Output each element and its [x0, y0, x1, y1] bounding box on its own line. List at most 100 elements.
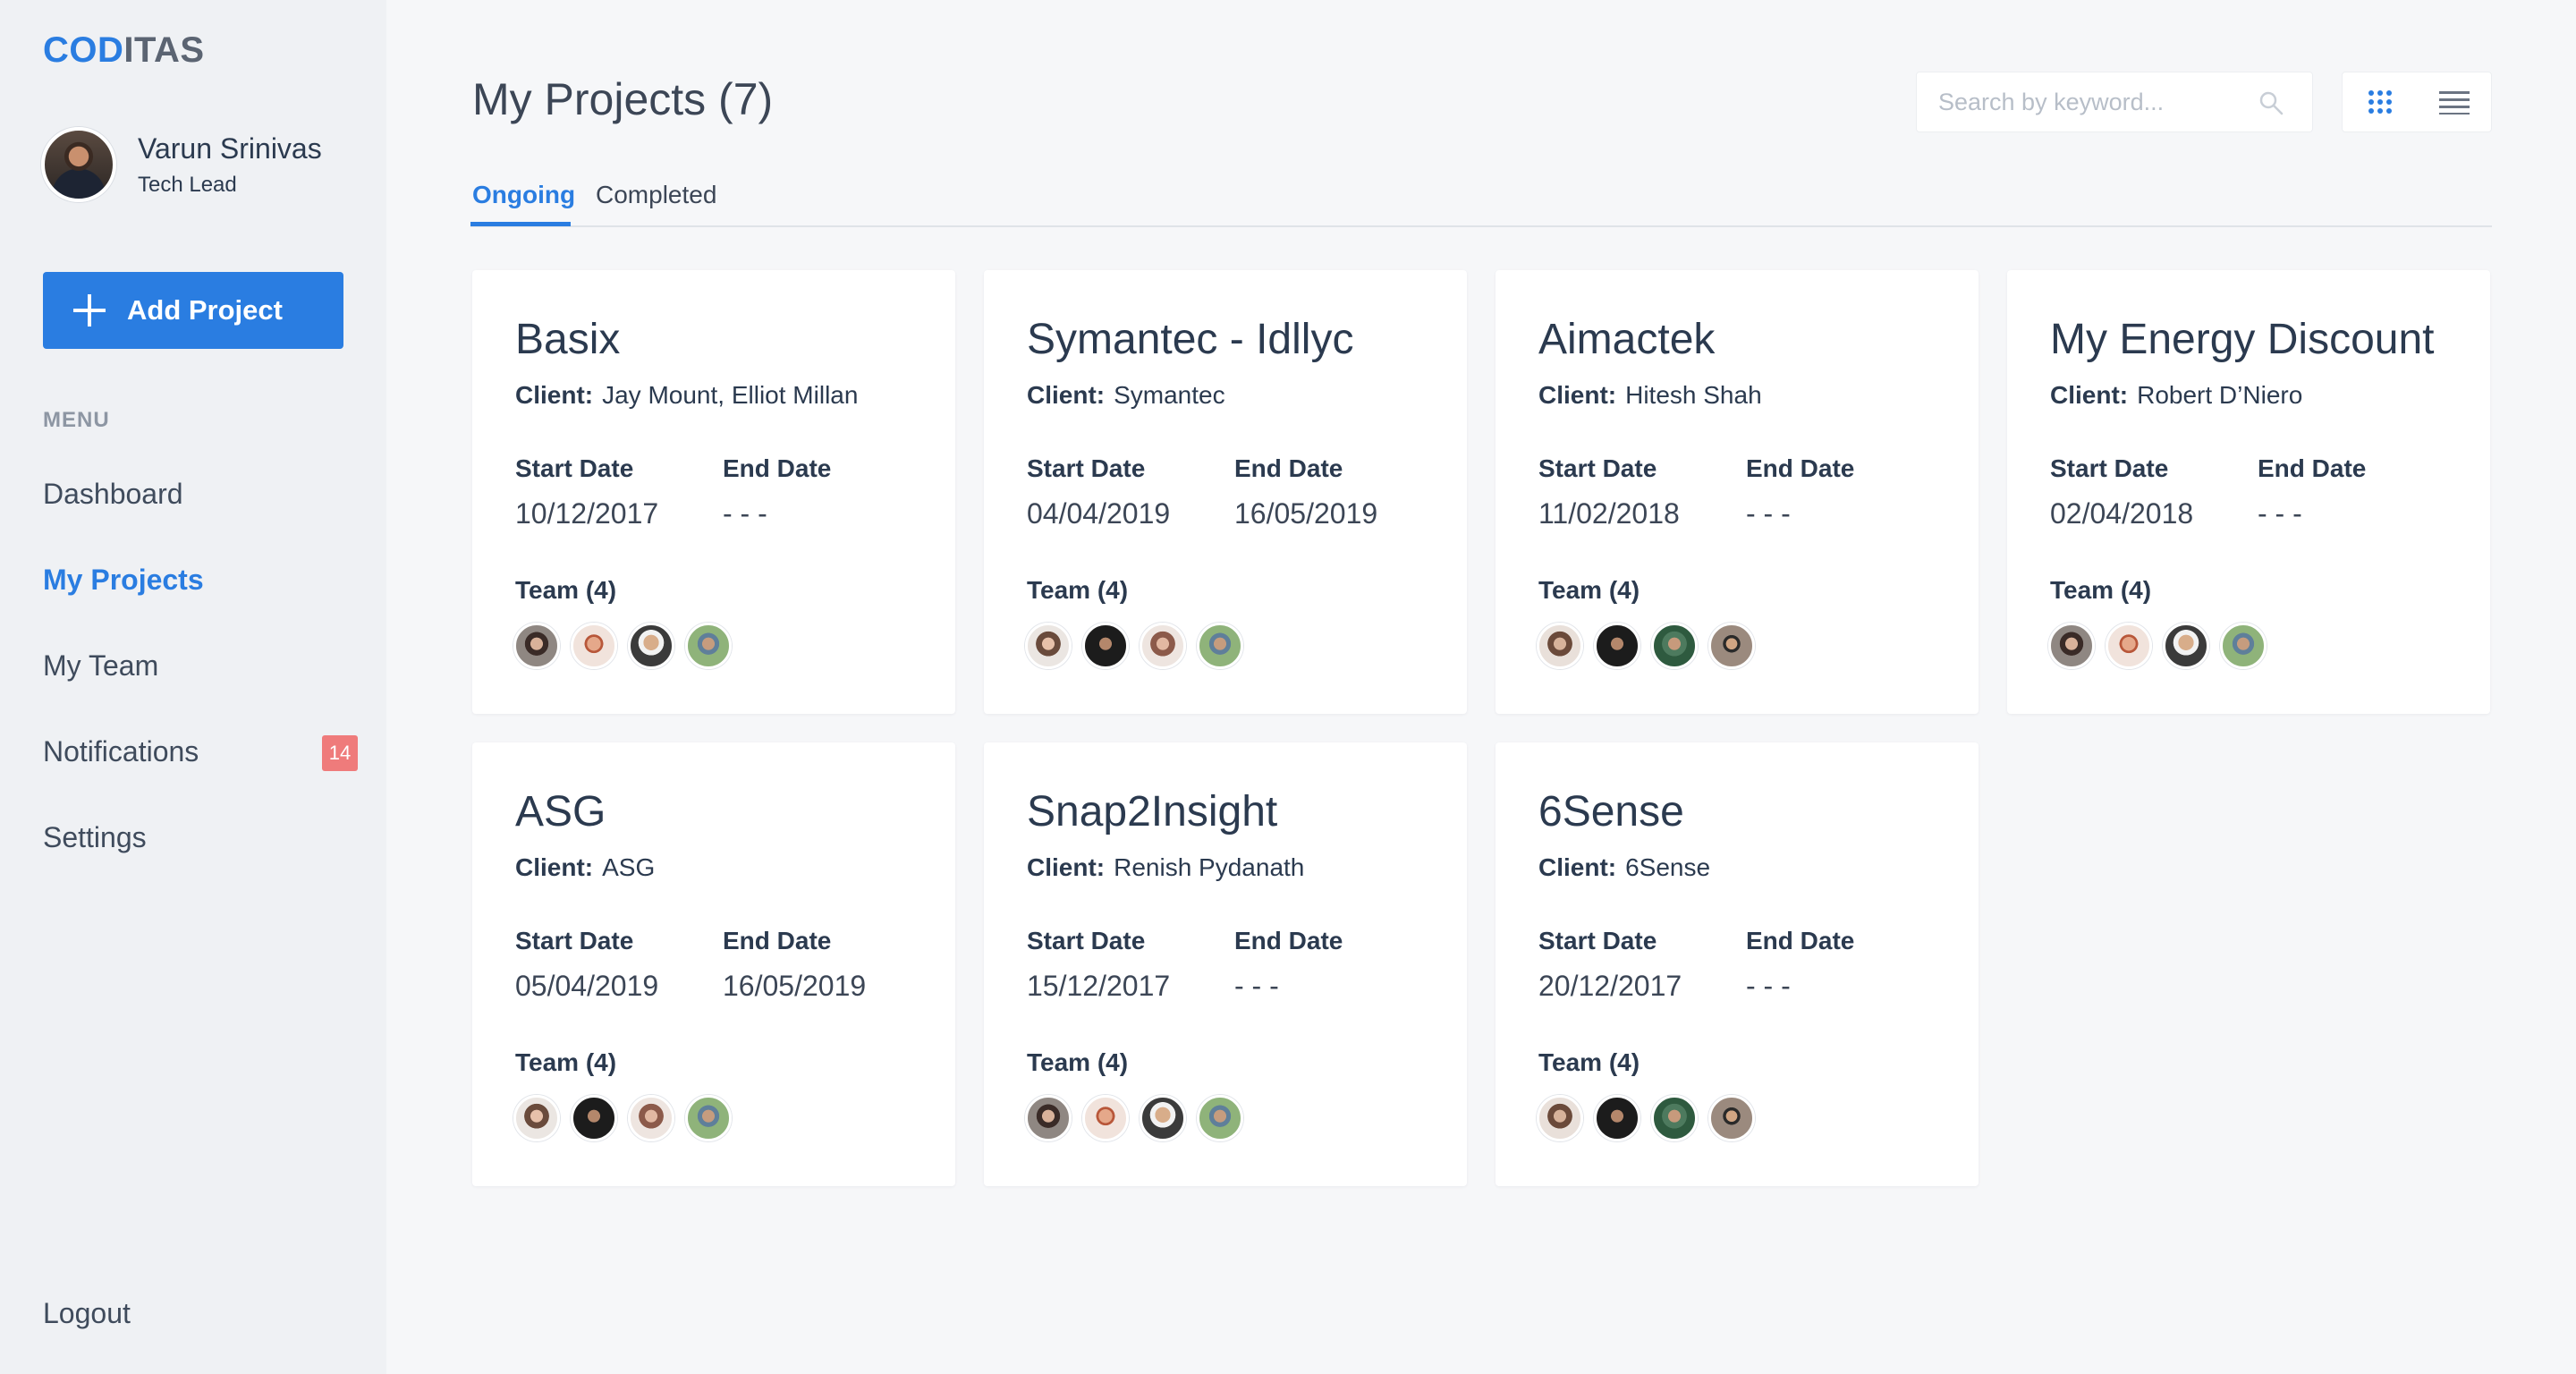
end-date-value: - - - [1746, 497, 1791, 530]
user-profile[interactable]: Varun Srinivas Tech Lead [41, 127, 322, 202]
search-box [1916, 72, 2313, 132]
avatar[interactable] [1082, 623, 1129, 669]
tab-ongoing[interactable]: Ongoing [472, 181, 575, 209]
start-date-value: 15/12/2017 [1027, 970, 1171, 1002]
project-title: My Energy Discount [2050, 316, 2435, 363]
add-project-button[interactable]: Add Project [43, 272, 343, 349]
project-title: 6Sense [1538, 788, 1684, 835]
start-date-value: 11/02/2018 [1538, 497, 1680, 530]
start-date-value: 04/04/2019 [1027, 497, 1171, 530]
avatar[interactable] [1708, 623, 1755, 669]
avatar[interactable] [2048, 623, 2095, 669]
start-date-label: Start Date [1027, 454, 1146, 482]
project-client: Client: Hitesh Shah [1538, 381, 1762, 409]
sidebar-item-dashboard[interactable]: Dashboard [43, 478, 183, 511]
team-label: Team (4) [2050, 576, 2152, 604]
avatar[interactable] [1025, 1095, 1072, 1141]
start-date-value: 02/04/2018 [2050, 497, 2194, 530]
end-date-value: 16/05/2019 [723, 970, 867, 1002]
end-date-value: - - - [723, 497, 767, 530]
avatar[interactable] [628, 1095, 674, 1141]
avatar[interactable] [1140, 1095, 1186, 1141]
grid-view-button[interactable] [2343, 72, 2417, 131]
avatar[interactable] [571, 1095, 617, 1141]
end-date-label: End Date [1746, 454, 1855, 482]
project-card[interactable]: ASG Client: ASG Start Date End Date 05/04… [472, 742, 955, 1186]
avatar[interactable] [2163, 623, 2209, 669]
grid-icon [2368, 90, 2392, 114]
start-date-label: Start Date [2050, 454, 2169, 482]
team-label: Team (4) [1027, 1048, 1129, 1076]
avatar[interactable] [2106, 623, 2152, 669]
project-title: Aimactek [1538, 316, 1716, 363]
view-toggle [2342, 72, 2492, 132]
end-date-label: End Date [723, 927, 832, 954]
avatar[interactable] [571, 623, 617, 669]
tab-completed[interactable]: Completed [596, 181, 716, 209]
sidebar-item-my-team[interactable]: My Team [43, 649, 158, 683]
team-avatars [2048, 623, 2277, 669]
team-label: Team (4) [1538, 1048, 1640, 1076]
start-date-label: Start Date [515, 927, 634, 954]
end-date-label: End Date [1746, 927, 1855, 954]
team-avatars [1537, 1095, 1766, 1141]
avatar[interactable] [513, 1095, 560, 1141]
team-label: Team (4) [515, 576, 617, 604]
avatar[interactable] [1082, 1095, 1129, 1141]
project-client: Client: Jay Mount, Elliot Millan [515, 381, 859, 409]
sidebar-item-notifications[interactable]: Notifications [43, 735, 199, 768]
avatar[interactable] [1651, 623, 1698, 669]
start-date-label: Start Date [1538, 454, 1657, 482]
project-client: Client: Renish Pydanath [1027, 853, 1305, 881]
avatar[interactable] [1594, 1095, 1640, 1141]
project-card[interactable]: Basix Client: Jay Mount, Elliot Millan St… [472, 270, 955, 714]
avatar[interactable] [1197, 1095, 1243, 1141]
page-title: My Projects (7) [472, 74, 774, 124]
avatar[interactable] [1594, 623, 1640, 669]
notifications-count-badge: 14 [322, 735, 358, 771]
avatar[interactable] [628, 623, 674, 669]
coditas-logo[interactable]: CODITAS [43, 30, 205, 71]
sidebar-item-my-projects[interactable]: My Projects [43, 564, 204, 597]
search-icon[interactable] [2258, 90, 2284, 115]
avatar[interactable] [685, 623, 732, 669]
project-card[interactable]: My Energy Discount Client: Robert D’Niero… [2007, 270, 2490, 714]
start-date-label: Start Date [1027, 927, 1146, 954]
logout-link[interactable]: Logout [43, 1297, 131, 1330]
end-date-value: - - - [1746, 970, 1791, 1002]
project-card[interactable]: Symantec - Idllyc Client: Symantec Start … [984, 270, 1467, 714]
start-date-label: Start Date [1538, 927, 1657, 954]
avatar[interactable] [685, 1095, 732, 1141]
avatar[interactable] [2220, 623, 2267, 669]
project-card[interactable]: 6Sense Client: 6Sense Start Date End Date… [1496, 742, 1979, 1186]
project-title: Symantec - Idllyc [1027, 316, 1354, 363]
end-date-value: - - - [1234, 970, 1279, 1002]
avatar[interactable] [1025, 623, 1072, 669]
avatar[interactable] [1537, 623, 1583, 669]
team-label: Team (4) [1538, 576, 1640, 604]
avatar[interactable] [1651, 1095, 1698, 1141]
end-date-value: - - - [2258, 497, 2302, 530]
project-client: Client: 6Sense [1538, 853, 1711, 881]
project-client: Client: Robert D’Niero [2050, 381, 2303, 409]
list-icon [2438, 91, 2470, 114]
list-view-button[interactable] [2417, 72, 2491, 131]
start-date-label: Start Date [515, 454, 634, 482]
avatar[interactable] [1140, 623, 1186, 669]
project-card[interactable]: Aimactek Client: Hitesh Shah Start Date E… [1496, 270, 1979, 714]
avatar[interactable] [513, 623, 560, 669]
avatar[interactable] [1537, 1095, 1583, 1141]
end-date-label: End Date [1234, 454, 1343, 482]
project-title: Basix [515, 316, 621, 363]
user-name: Varun Srinivas [138, 131, 322, 165]
project-client: Client: ASG [515, 853, 656, 881]
search-input[interactable] [1938, 88, 2260, 116]
sidebar-item-settings[interactable]: Settings [43, 821, 147, 854]
start-date-value: 05/04/2019 [515, 970, 659, 1002]
project-card[interactable]: Snap2Insight Client: Renish Pydanath Star… [984, 742, 1467, 1186]
avatar[interactable] [1197, 623, 1243, 669]
team-avatars [1537, 623, 1766, 669]
active-tab-indicator [470, 222, 571, 226]
avatar[interactable] [1708, 1095, 1755, 1141]
sidebar: CODITAS Varun Srinivas Tech Lead Add Pro… [0, 0, 386, 1374]
